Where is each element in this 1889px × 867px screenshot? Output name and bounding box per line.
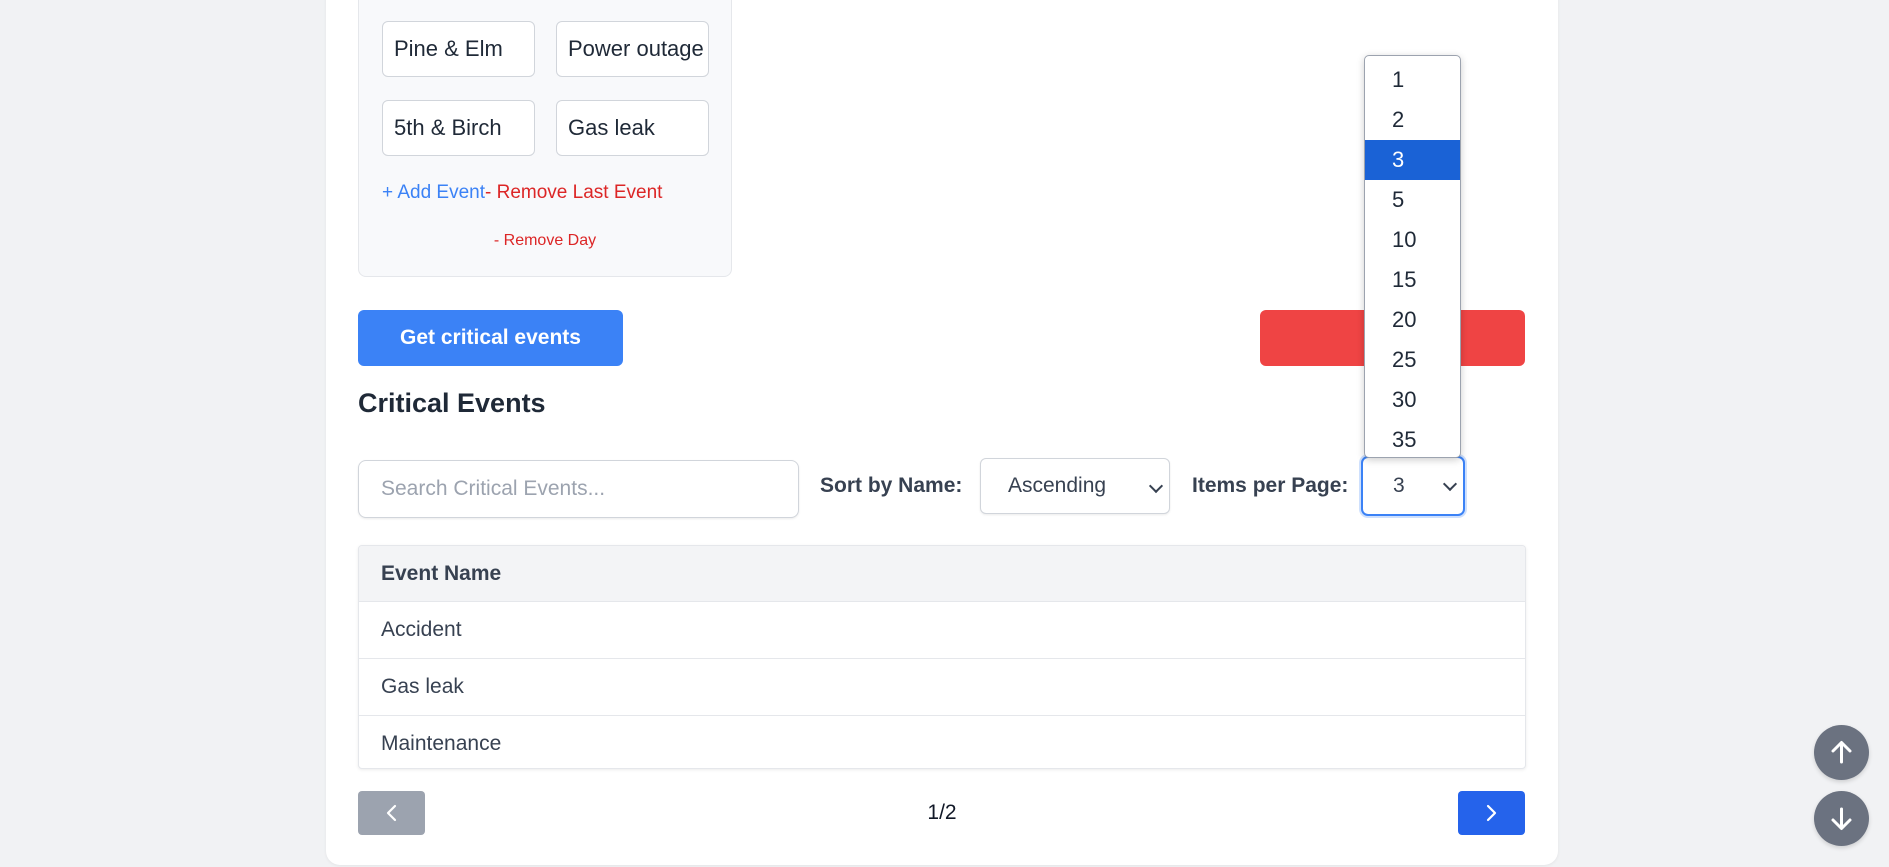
sort-select[interactable]: Ascending	[980, 458, 1170, 514]
table-header: Event Name	[359, 546, 1525, 602]
dropdown-option[interactable]: 35	[1365, 420, 1460, 457]
table-row[interactable]: Gas leak	[359, 659, 1525, 716]
dropdown-option[interactable]: 15	[1365, 260, 1460, 300]
get-critical-events-button[interactable]: Get critical events	[358, 310, 623, 366]
remove-day-link[interactable]: - Remove Day	[494, 232, 596, 249]
dropdown-option-selected[interactable]: 3	[1365, 140, 1460, 180]
get-critical-events-label: Get critical events	[400, 326, 581, 349]
events-table: Event Name Accident Gas leak Maintenance	[358, 545, 1526, 769]
event-description-input[interactable]: Power outage	[556, 21, 709, 77]
dropdown-option[interactable]: 2	[1365, 100, 1460, 140]
dropdown-option[interactable]: 25	[1365, 340, 1460, 380]
section-title: Critical Events	[358, 388, 546, 418]
sort-label: Sort by Name:	[820, 474, 963, 497]
table-row[interactable]: Accident	[359, 602, 1525, 659]
items-per-page-select[interactable]: 3	[1361, 456, 1465, 516]
dropdown-option[interactable]: 20	[1365, 300, 1460, 340]
dropdown-option[interactable]: 1	[1365, 60, 1460, 100]
scroll-up-button[interactable]	[1814, 725, 1869, 780]
event-description-input[interactable]: Gas leak	[556, 100, 709, 156]
event-location-input[interactable]: 5th & Birch	[382, 100, 535, 156]
chevron-down-icon	[1148, 478, 1164, 494]
dropdown-option[interactable]: 10	[1365, 220, 1460, 260]
search-input[interactable]: Search Critical Events...	[358, 460, 799, 518]
chevron-right-icon	[1486, 804, 1497, 822]
items-per-page-label: Items per Page:	[1192, 474, 1349, 497]
arrow-up-icon	[1831, 741, 1852, 764]
page-indicator: 1/2	[927, 801, 957, 824]
event-location-input[interactable]: Pine & Elm	[382, 21, 535, 77]
dropdown-option[interactable]: 5	[1365, 180, 1460, 220]
chevron-down-icon	[1442, 476, 1458, 492]
items-per-page-value: 3	[1393, 474, 1405, 497]
add-event-link[interactable]: + Add Event	[382, 182, 485, 203]
arrow-down-icon	[1831, 807, 1852, 830]
items-per-page-dropdown: 1 2 3 5 10 15 20 25 30 35	[1364, 55, 1461, 458]
table-row[interactable]: Maintenance	[359, 716, 1525, 768]
next-page-button[interactable]	[1458, 791, 1525, 835]
prev-page-button[interactable]	[358, 791, 425, 835]
chevron-left-icon	[386, 804, 397, 822]
sort-select-value: Ascending	[1008, 474, 1107, 497]
dropdown-option[interactable]: 30	[1365, 380, 1460, 420]
day-panel: Pine & Elm Power outage 5th & Birch Gas …	[358, 0, 732, 277]
remove-last-event-link[interactable]: - Remove Last Event	[485, 182, 662, 203]
scroll-down-button[interactable]	[1814, 791, 1869, 846]
